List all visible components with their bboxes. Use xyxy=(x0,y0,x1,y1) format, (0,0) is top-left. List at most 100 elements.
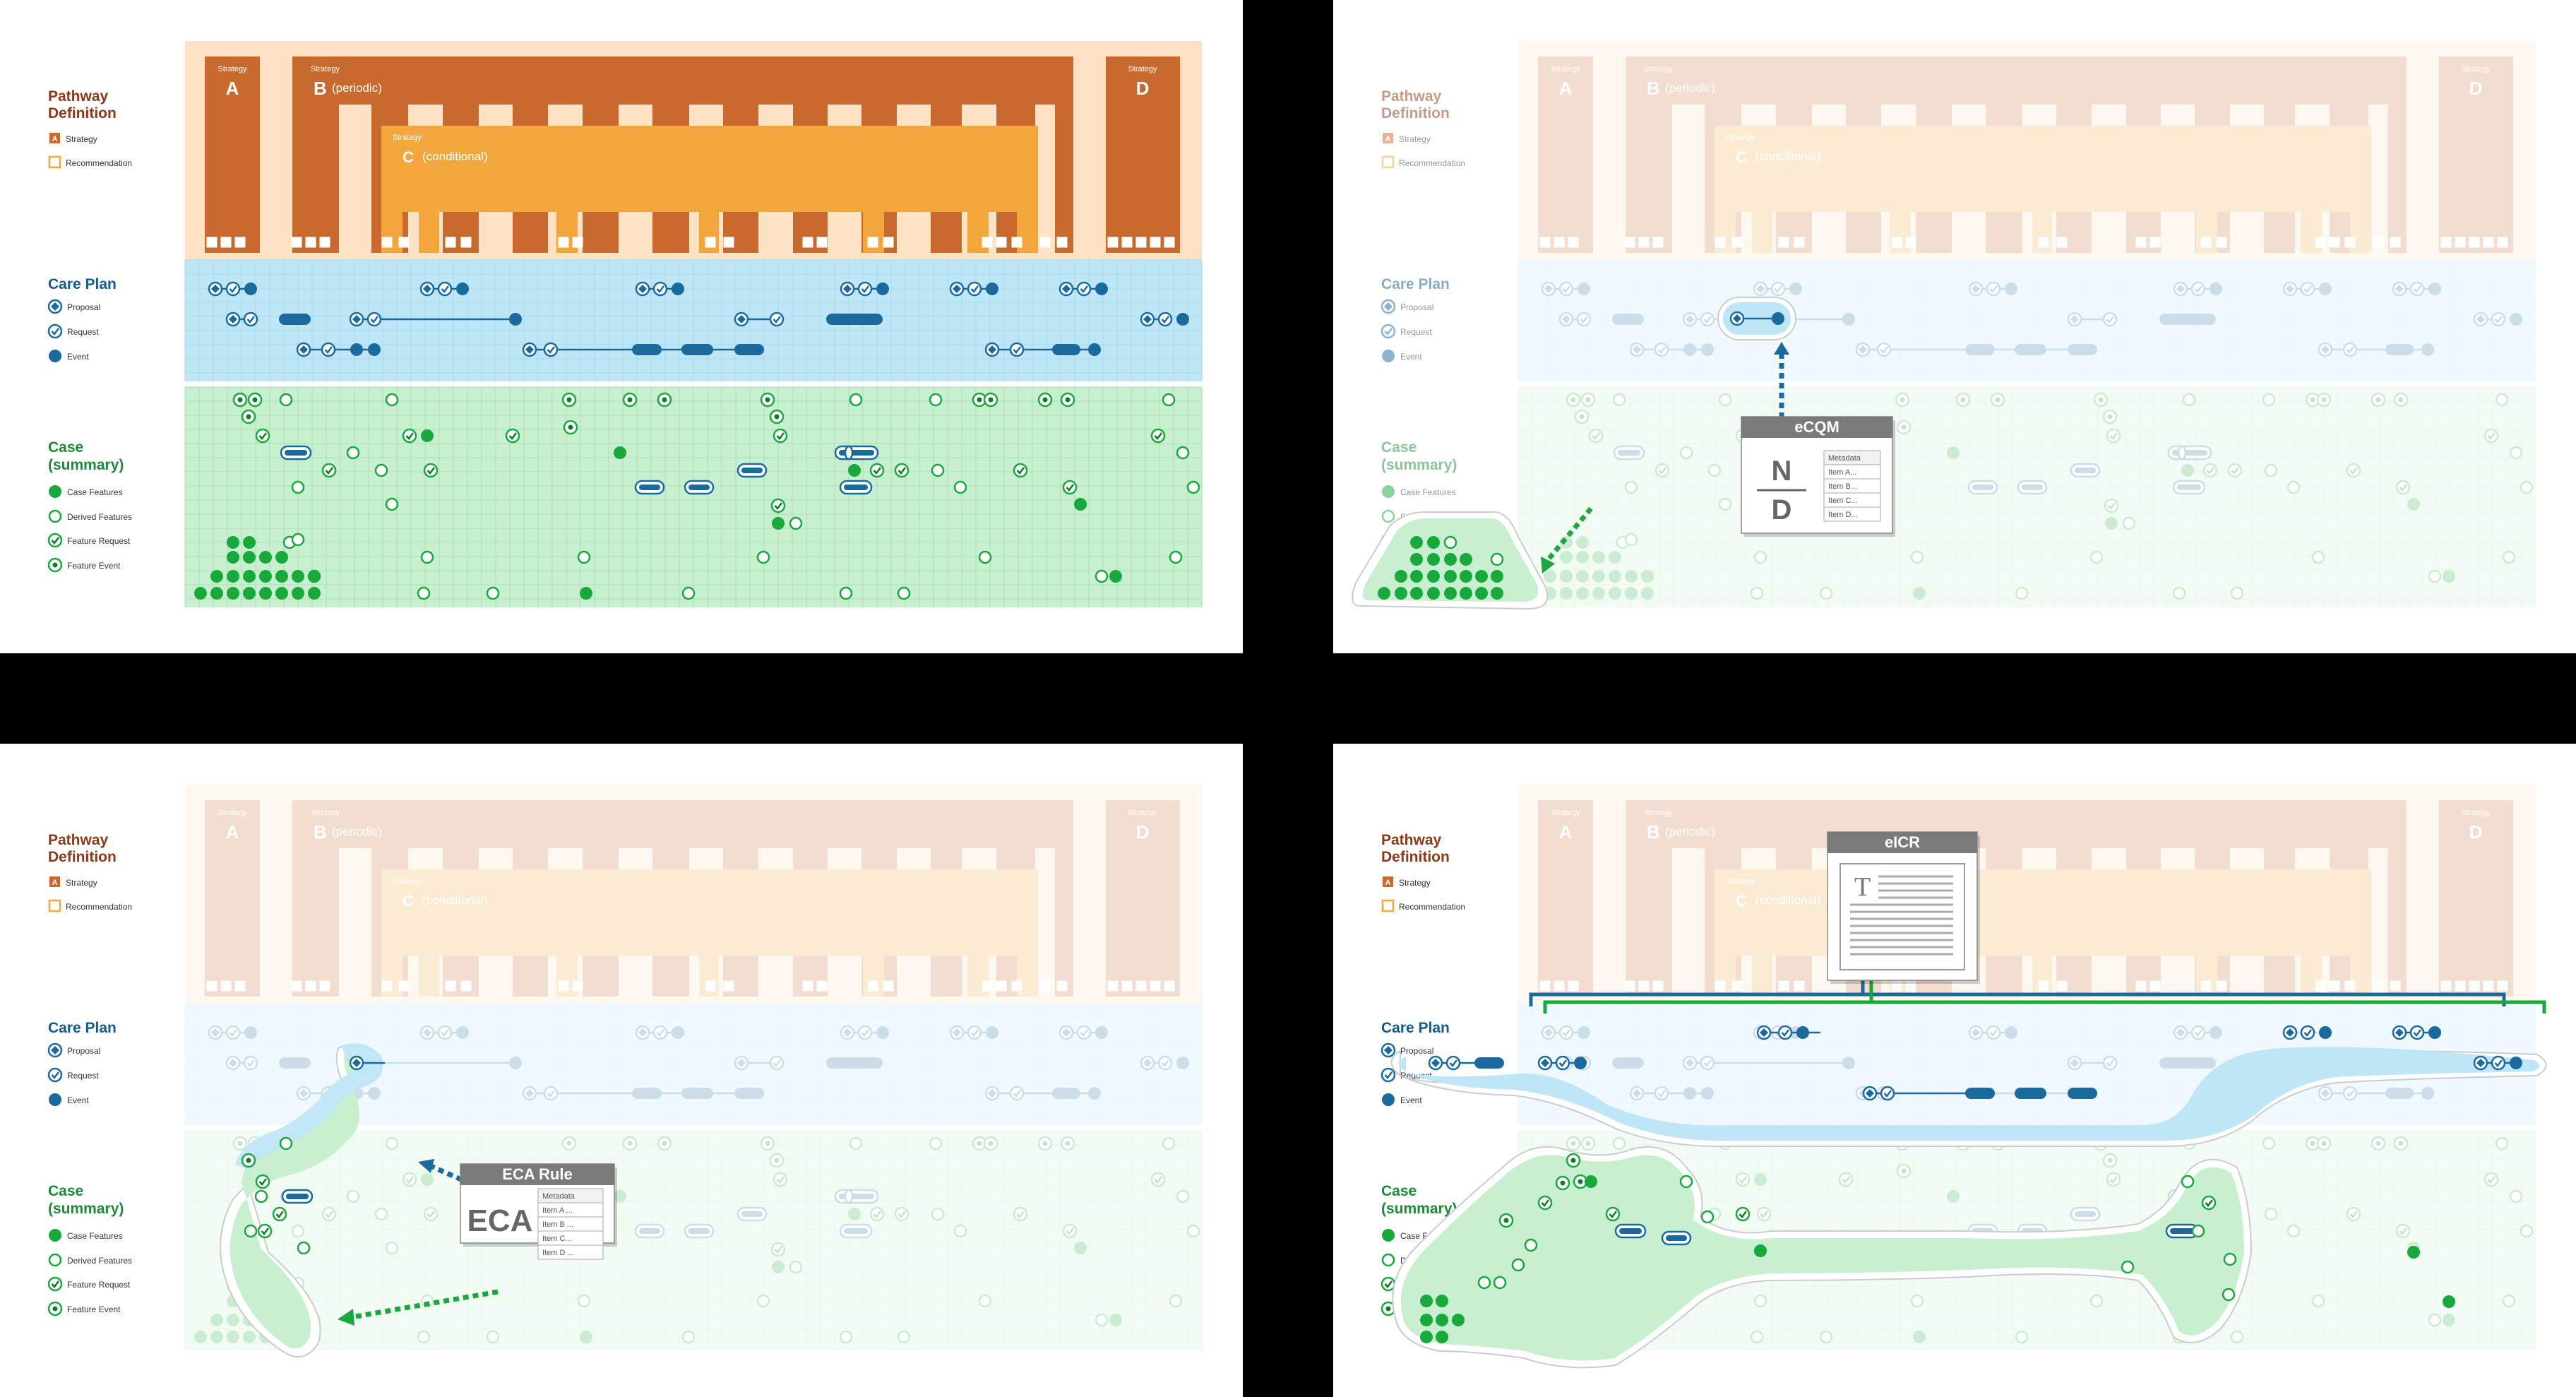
feature-request-marker xyxy=(1735,1206,1751,1222)
event-duration xyxy=(826,314,883,325)
derived-feature-marker xyxy=(1381,509,1395,523)
feature-request-marker xyxy=(1605,1206,1621,1222)
case-feature-marker xyxy=(580,1331,592,1343)
recommendation-square xyxy=(460,237,472,248)
derived-feature-marker xyxy=(279,1136,293,1151)
event-marker xyxy=(1095,283,1108,295)
recommendation-square xyxy=(1568,237,1579,248)
strategy-a-letter: A xyxy=(1559,78,1573,99)
case-feature-marker xyxy=(1592,551,1605,564)
pathway-legend-title-line2: Definition xyxy=(1381,849,1450,865)
strategy-swatch-letter: A xyxy=(1385,135,1391,143)
derived-feature-marker xyxy=(2089,1294,2104,1308)
eca-big-text: ECA xyxy=(467,1203,533,1238)
eca-popup: ECA Rule ECA Metadata Item A ... Item B ... I… xyxy=(460,1163,617,1260)
case-feature-marker xyxy=(1410,553,1423,566)
recommendation-square xyxy=(867,237,878,248)
case-feature-marker xyxy=(1427,570,1440,583)
request-marker xyxy=(1381,323,1396,339)
feature-event-dot xyxy=(1385,1306,1391,1312)
recommendation-square xyxy=(1150,980,1161,992)
feature-request-marker xyxy=(321,463,337,478)
derived-feature-marker xyxy=(1162,1136,1176,1151)
recommendation-square xyxy=(2315,237,2326,248)
feature-request-marker xyxy=(1654,463,1670,478)
strategy-b-note: (periodic) xyxy=(332,81,382,95)
feature-event-dot xyxy=(1065,397,1071,403)
feature-request-marker xyxy=(2483,428,2499,444)
case-feature-marker xyxy=(1625,587,1638,600)
event-duration xyxy=(2068,344,2097,355)
recommendation-square xyxy=(1150,237,1161,248)
feature-event-dot xyxy=(1901,424,1907,430)
feature-event-dot xyxy=(2107,414,2113,420)
feature-request-marker xyxy=(869,463,885,478)
case-feature-marker xyxy=(1544,570,1556,583)
event-marker xyxy=(1772,312,1784,325)
case-feature-marker xyxy=(1460,587,1472,600)
case-feature-marker xyxy=(1754,1244,1767,1257)
feature-request-marker xyxy=(47,1276,63,1292)
case-feature-marker xyxy=(1109,1314,1122,1326)
case-feature-marker xyxy=(259,587,272,600)
derived-feature-marker xyxy=(385,497,399,511)
recommendation-square xyxy=(460,980,472,992)
request-marker xyxy=(1880,1086,1895,1101)
feature-request-marker xyxy=(894,1206,910,1222)
case-feature-marker xyxy=(1625,570,1638,583)
proposal-legend-label: Proposal xyxy=(1400,1046,1433,1056)
event-marker xyxy=(1789,283,1802,295)
case-legend-title-line2: (summary) xyxy=(1381,1201,1457,1217)
feature-request-marker xyxy=(1735,1172,1751,1187)
feature-request-marker xyxy=(773,1172,788,1187)
recommendation-swatch xyxy=(1381,155,1395,169)
careplan-legend-title: Care Plan xyxy=(1381,276,1450,292)
event-marker xyxy=(672,283,684,295)
metadata-item: Metadata xyxy=(542,1192,576,1201)
case-feature-marker xyxy=(227,536,239,549)
event-marker xyxy=(368,1087,381,1100)
derived-feature-marker xyxy=(2121,1260,2135,1274)
recommendation-square xyxy=(572,980,583,992)
derived-feature-marker xyxy=(839,586,853,600)
feature-event-dot xyxy=(246,1158,251,1163)
strategy-c-letter: C xyxy=(1736,148,1747,166)
case-feature-marker xyxy=(421,1173,434,1186)
recommendation-square xyxy=(2216,980,2227,992)
derived-feature-marker xyxy=(897,586,911,600)
feature-request-marker xyxy=(2202,463,2218,478)
feature-event-dot xyxy=(2321,1141,2327,1146)
case-feature-marker xyxy=(308,587,321,600)
proposal-legend-label: Proposal xyxy=(67,1046,100,1056)
feature-event-dot xyxy=(1065,1141,1071,1146)
case-legend-title-line1: Case xyxy=(48,1183,83,1199)
case-feature-marker xyxy=(243,570,256,583)
strategy-b-note: (periodic) xyxy=(332,825,382,838)
event-marker xyxy=(2319,283,2332,295)
recommendation-square xyxy=(996,237,1007,248)
feature-request-marker xyxy=(47,533,63,548)
derived-feature-marker xyxy=(2502,1294,2516,1308)
recommendation-square xyxy=(705,980,716,992)
case-features-legend-label: Case Features xyxy=(67,487,123,497)
request-marker xyxy=(47,323,63,339)
event-marker xyxy=(49,350,61,362)
event-marker xyxy=(1088,1087,1101,1100)
request-marker xyxy=(2300,1025,2315,1040)
case-pill-core xyxy=(741,468,763,473)
event-marker xyxy=(1382,350,1395,362)
feature-request-marker xyxy=(1062,480,1078,495)
request-marker xyxy=(2102,311,2118,327)
feature-request-marker xyxy=(869,1206,885,1222)
strategy-a-label: Strategy xyxy=(1551,809,1580,817)
case-feature-marker xyxy=(2105,517,2118,530)
event-marker xyxy=(876,283,889,295)
derived-feature-marker xyxy=(2015,1330,2029,1344)
feature-event-dot xyxy=(1579,414,1585,420)
strategy-b-label: Strategy xyxy=(1644,65,1673,73)
derived-feature-marker xyxy=(1169,1294,1183,1308)
recommendation-square xyxy=(1638,980,1650,992)
recommendation-square xyxy=(1039,237,1051,248)
recommendation-square xyxy=(2344,237,2356,248)
feature-event-dot xyxy=(1900,397,1905,403)
